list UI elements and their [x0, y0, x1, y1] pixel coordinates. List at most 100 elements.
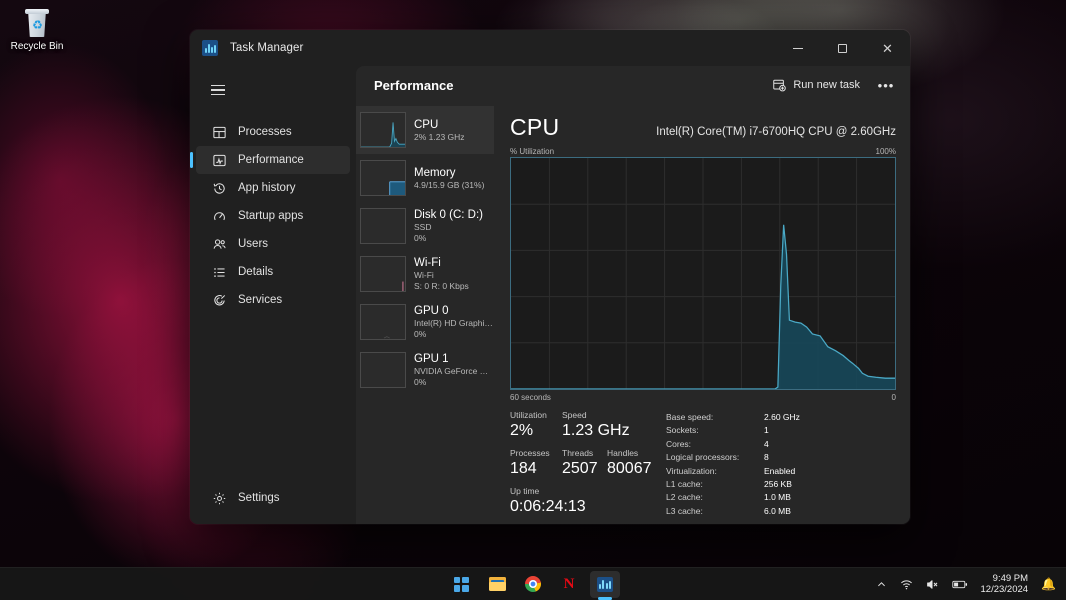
notification-bell-icon: 🔔	[1041, 577, 1056, 591]
hamburger-icon[interactable]	[198, 72, 238, 108]
chevron-up-icon	[877, 581, 885, 586]
run-new-task-label: Run new task	[793, 79, 860, 91]
run-new-task-button[interactable]: Run new task	[762, 72, 870, 98]
window-titlebar[interactable]: Task Manager ✕	[190, 30, 910, 66]
network-button[interactable]	[898, 575, 915, 594]
desktop-icon-recycle-bin[interactable]: ♻ Recycle Bin	[4, 4, 70, 57]
sidebar-item-settings[interactable]: Settings	[196, 484, 350, 512]
task-manager-icon	[202, 40, 218, 56]
recycle-bin-label: Recycle Bin	[10, 41, 64, 52]
battery-button[interactable]	[950, 576, 970, 593]
cpu-detail-panel: CPU Intel(R) Core(TM) i7-6700HQ CPU @ 2.…	[496, 104, 910, 524]
taskbar-apps: N	[446, 568, 620, 600]
sidebar-item-details[interactable]: Details	[196, 258, 350, 286]
resource-name: Memory	[414, 166, 456, 179]
cpu-heading: CPU	[510, 114, 560, 140]
sidebar-item-performance[interactable]: Performance	[190, 146, 350, 174]
taskbar: N 9:49 PM 12/23/2024 🔔	[0, 567, 1066, 600]
sidebar-item-label: Services	[238, 294, 283, 306]
stat-handles: Handles 80067	[607, 448, 652, 477]
minimize-button[interactable]	[775, 30, 820, 66]
services-icon	[214, 294, 226, 305]
spec-row: Virtualization: Enabled	[666, 465, 796, 476]
resource-detail-1: Wi-Fi	[414, 270, 434, 280]
window-controls: ✕	[775, 30, 910, 66]
volume-button[interactable]	[924, 575, 941, 594]
graph-y-axis-label: % Utilization	[510, 147, 555, 156]
folder-icon	[488, 577, 506, 591]
sidebar-item-app-history[interactable]: App history	[196, 174, 350, 202]
taskbar-netflix[interactable]: N	[554, 571, 584, 598]
graph-x-axis-label: 60 seconds	[510, 393, 551, 402]
taskbar-clock[interactable]: 9:49 PM 12/23/2024	[979, 573, 1031, 596]
resource-item-disk-0[interactable]: Disk 0 (C: D:) SSD 0%	[356, 202, 494, 250]
graph-x-end-label: 0	[891, 393, 896, 402]
start-button[interactable]	[446, 571, 476, 598]
maximize-button[interactable]	[820, 30, 865, 66]
content-area: Performance Run new task ••• CPU 2% 1.23…	[356, 66, 910, 524]
close-button[interactable]: ✕	[865, 30, 910, 66]
sidebar-item-label: Details	[238, 266, 274, 278]
disk-thumbnail-graph	[360, 208, 406, 244]
taskbar-task-manager[interactable]	[590, 570, 620, 598]
gear-icon	[213, 492, 226, 504]
sidebar-item-label: Processes	[238, 126, 292, 138]
stat-threads: Threads 2507	[562, 448, 598, 477]
system-tray: 9:49 PM 12/23/2024 🔔	[874, 568, 1059, 600]
resource-detail-1: 2% 1.23 GHz	[414, 131, 465, 142]
stat-uptime: Up time 0:06:24:13	[510, 486, 586, 515]
startup-icon	[214, 211, 225, 220]
resource-name: GPU 0	[414, 305, 449, 317]
resource-detail-1: 4.9/15.9 GB (31%)	[414, 179, 485, 190]
resource-item-cpu[interactable]: CPU 2% 1.23 GHz	[356, 106, 494, 154]
resource-item-gpu-0[interactable]: GPU 0 Intel(R) HD Graphics … 0%	[356, 298, 494, 346]
resource-name: Disk 0 (C: D:)	[414, 209, 483, 221]
taskbar-file-explorer[interactable]	[482, 571, 512, 598]
sidebar-item-processes[interactable]: Processes	[196, 118, 350, 146]
header-actions: Run new task •••	[762, 72, 900, 98]
resource-detail-2: 0%	[414, 329, 427, 339]
gpu0-thumbnail-graph	[360, 304, 406, 340]
resource-name: Wi-Fi	[414, 257, 441, 269]
content-header: Performance Run new task •••	[356, 66, 910, 104]
cpu-spec-list: Base speed: 2.60 GHz Sockets: 1 Cores: 4	[652, 410, 896, 524]
taskbar-google-chrome[interactable]	[518, 571, 548, 598]
resource-detail-1: Intel(R) HD Graphics …	[414, 318, 494, 328]
resource-item-gpu-1[interactable]: GPU 1 NVIDIA GeForce GTX… 0%	[356, 346, 494, 394]
netflix-icon: N	[563, 575, 575, 592]
gpu1-thumbnail-graph	[360, 352, 406, 388]
sidebar-item-label: Settings	[238, 492, 280, 504]
spec-row: L2 cache: 1.0 MB	[666, 492, 791, 503]
stat-speed: Speed 1.23 GHz	[562, 410, 630, 439]
sidebar-item-services[interactable]: Services	[196, 286, 350, 314]
volume-muted-icon	[926, 579, 937, 589]
clock-date: 12/23/2024	[980, 584, 1029, 595]
spec-row: L1 cache: 256 KB	[666, 479, 792, 490]
sidebar-item-users[interactable]: Users	[196, 230, 350, 258]
stat-processes: Processes 184	[510, 448, 550, 477]
notifications-button[interactable]: 🔔	[1039, 574, 1058, 594]
resource-name: GPU 1	[414, 353, 449, 365]
wifi-thumbnail-graph	[360, 256, 406, 292]
sidebar-item-startup-apps[interactable]: Startup apps	[196, 202, 350, 230]
history-icon	[213, 182, 225, 194]
resource-item-memory[interactable]: Memory 4.9/15.9 GB (31%)	[356, 154, 494, 202]
resource-detail-1: SSD	[414, 222, 432, 232]
graph-top-labels: % Utilization 100%	[510, 147, 896, 157]
resource-item-wifi[interactable]: Wi-Fi Wi-Fi S: 0 R: 0 Kbps	[356, 250, 494, 298]
wifi-icon	[900, 579, 912, 589]
resource-detail-1: NVIDIA GeForce GTX…	[414, 366, 494, 376]
performance-icon	[213, 154, 226, 166]
show-hidden-icons-button[interactable]	[874, 576, 889, 593]
sidebar: Processes Performance App history Startu…	[190, 66, 356, 524]
memory-thumbnail-graph	[360, 160, 406, 196]
resource-name: CPU	[414, 118, 439, 131]
recycle-bin-icon: ♻	[23, 8, 51, 38]
more-options-button[interactable]: •••	[872, 72, 900, 98]
window-title: Task Manager	[230, 42, 304, 54]
graph-y-max-label: 100%	[875, 147, 896, 156]
cpu-statistics: Utilization 2% Speed 1.23 GHz Processes …	[510, 402, 896, 524]
sidebar-item-label: Performance	[238, 154, 304, 166]
chrome-icon	[525, 576, 541, 592]
